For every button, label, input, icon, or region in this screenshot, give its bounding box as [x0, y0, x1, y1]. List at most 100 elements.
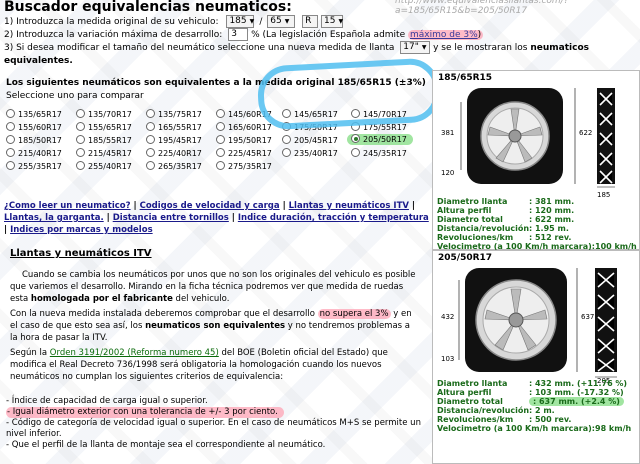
radio-icon	[282, 148, 291, 157]
itv-criteria-list: - Índice de capacidad de carga igual o s…	[6, 396, 426, 451]
radio-icon	[282, 135, 291, 144]
tyre1-specs: Diametro llanta: 381 mm. Altura perfil: …	[437, 197, 637, 251]
width-select[interactable]: 185 ▼	[226, 15, 255, 28]
page-title: Buscador equivalencias neumaticos:	[4, 0, 292, 15]
criteria-item: - Índice de capacidad de carga igual o s…	[6, 396, 208, 406]
tyre-option[interactable]: 145/60R17	[216, 109, 272, 119]
itv-paragraph-3: Según la Orden 3191/2002 (Reforma numero…	[10, 348, 388, 382]
radio-icon	[282, 109, 291, 118]
radio-checked-icon	[351, 134, 360, 143]
nav-links: ¿Como leer un neumatico? | Codigos de ve…	[4, 201, 429, 235]
tyre-option[interactable]: 135/65R17	[6, 109, 62, 119]
link-leer-neumatico[interactable]: ¿Como leer un neumatico?	[4, 201, 131, 211]
tyre2-dim-right: 637	[581, 313, 595, 321]
tyre1-diagram	[460, 88, 615, 188]
tyre1-label: 185/65R15	[438, 73, 493, 83]
criteria-item-highlighted: - Igual diámetro exterior con una tolera…	[6, 407, 284, 418]
tyre-option-selected[interactable]: 205/50R17	[347, 134, 413, 145]
link-indices-marcas[interactable]: Indices por marcas y modelos	[10, 225, 153, 235]
link-indice-duracion[interactable]: Indice duración, tracción y temperatura	[238, 213, 429, 223]
radio-icon	[76, 161, 85, 170]
step-2-label: 2) Introduzca la variación máxima de des…	[4, 30, 223, 40]
itv-heading: Llantas y neumáticos ITV	[10, 248, 152, 259]
results-heading: Los siguientes neumáticos son equivalent…	[6, 78, 426, 88]
radio-icon	[351, 148, 360, 157]
itv-highlight-3pct: no supera el 3%	[317, 309, 391, 319]
radio-icon	[6, 148, 15, 157]
tyre-option[interactable]: 255/40R17	[76, 161, 132, 171]
radio-icon	[146, 135, 155, 144]
tyre-option[interactable]: 145/70R17	[351, 109, 407, 119]
results-subheading: Seleccione uno para comparar	[6, 91, 144, 101]
tyre-option[interactable]: 165/55R17	[146, 122, 202, 132]
tyre2-total-diameter-highlight: : 637 mm. (+2.4 %)	[529, 397, 624, 406]
radio-icon	[216, 161, 225, 170]
tyre-option[interactable]: 145/65R17	[282, 109, 338, 119]
tyre-option[interactable]: 255/35R17	[6, 161, 62, 171]
new-rim-select[interactable]: 17" ▼	[400, 41, 431, 54]
step-3-note: y se le mostraran los	[433, 43, 528, 53]
tyre-option[interactable]: 235/40R17	[282, 148, 338, 158]
tyre-option[interactable]: 275/35R17	[216, 161, 272, 171]
step-3-label: 3) Si desea modificar el tamaño del neum…	[4, 43, 395, 53]
radio-icon	[216, 135, 225, 144]
tyre1-dim-left: 381	[441, 129, 455, 137]
tyre-option[interactable]: 195/50R17	[216, 135, 272, 145]
tyre-option[interactable]: 225/45R17	[216, 148, 272, 158]
tyre-option[interactable]: 135/75R17	[146, 109, 202, 119]
tyre2-specs: Diametro llanta: 432 mm. (+11.76 %) Altu…	[437, 379, 632, 433]
itv-paragraph-1: Cuando se cambia los neumáticos por unos…	[10, 270, 416, 304]
tyre-option[interactable]: 225/40R17	[146, 148, 202, 158]
tyre-option[interactable]: 245/35R17	[351, 148, 407, 158]
step-2: 2) Introduzca la variación máxima de des…	[4, 28, 484, 41]
tyre-option[interactable]: 185/50R17	[6, 135, 62, 145]
radio-icon	[216, 122, 225, 131]
radio-icon	[76, 135, 85, 144]
link-distancia-tornillos[interactable]: Distancia entre tornillos	[113, 213, 229, 223]
rim-select[interactable]: 15 ▼	[321, 15, 343, 28]
tyre-option[interactable]: 175/50R17	[282, 122, 338, 132]
link-codigos-velocidad[interactable]: Codigos de velocidad y carga	[140, 201, 280, 211]
radio-icon	[6, 122, 15, 131]
radio-icon	[6, 135, 15, 144]
link-llantas-garganta[interactable]: Llantas, la garganta.	[4, 213, 104, 223]
orden-boe-link[interactable]: Orden 3191/2002 (Reforma numero 45)	[50, 348, 219, 358]
radio-icon	[6, 109, 15, 118]
variation-input[interactable]: 3	[228, 28, 249, 41]
tyre-option[interactable]: 155/65R17	[76, 122, 132, 132]
tyre-option[interactable]: 215/40R17	[6, 148, 62, 158]
tyre-option[interactable]: 155/60R17	[6, 122, 62, 132]
tyre1-panel: 185/65R15 381 120 622 185 Diametro llant…	[432, 70, 640, 251]
step-1-label: 1) Introduzca la medida original de su v…	[4, 17, 219, 27]
tyre2-label: 205/50R17	[438, 253, 493, 263]
radio-icon	[146, 109, 155, 118]
tyre2-diagram	[458, 268, 617, 378]
tyre-options: 135/65R17 135/70R17 135/75R17 145/60R17 …	[6, 109, 426, 172]
radio-icon	[282, 122, 291, 131]
radio-icon	[76, 122, 85, 131]
tyre-option[interactable]: 215/45R17	[76, 148, 132, 158]
tyre-option[interactable]: 185/55R17	[76, 135, 132, 145]
tyre-option[interactable]: 135/70R17	[76, 109, 132, 119]
tyre2-dim-left: 432	[441, 313, 455, 321]
tyre-option[interactable]: 205/45R17	[282, 135, 338, 145]
step-2-note: % (La legislación Española admite	[251, 30, 406, 40]
tyre-option[interactable]: 265/35R17	[146, 161, 202, 171]
radio-icon	[216, 109, 225, 118]
profile-select[interactable]: 65 ▼	[267, 15, 296, 28]
radio-icon	[351, 109, 360, 118]
radio-icon	[351, 122, 360, 131]
radio-icon	[6, 161, 15, 170]
tyre2-dim-bottom-left: 103	[441, 355, 455, 363]
tyre-option[interactable]: 195/45R17	[146, 135, 202, 145]
radio-icon	[76, 109, 85, 118]
r-select[interactable]: R	[302, 15, 319, 28]
criteria-item: - Código de categoría de velocidad igual…	[6, 418, 421, 439]
radio-icon	[146, 122, 155, 131]
criteria-item: - Que el perfil de la llanta de montaje …	[6, 440, 326, 450]
link-llantas-itv[interactable]: Llantas y neumáticos ITV	[289, 201, 409, 211]
radio-icon	[146, 148, 155, 157]
max-3-link[interactable]: máximo de 3%	[410, 30, 478, 40]
tyre-option[interactable]: 175/55R17	[351, 122, 407, 132]
tyre-option[interactable]: 165/60R17	[216, 122, 272, 132]
